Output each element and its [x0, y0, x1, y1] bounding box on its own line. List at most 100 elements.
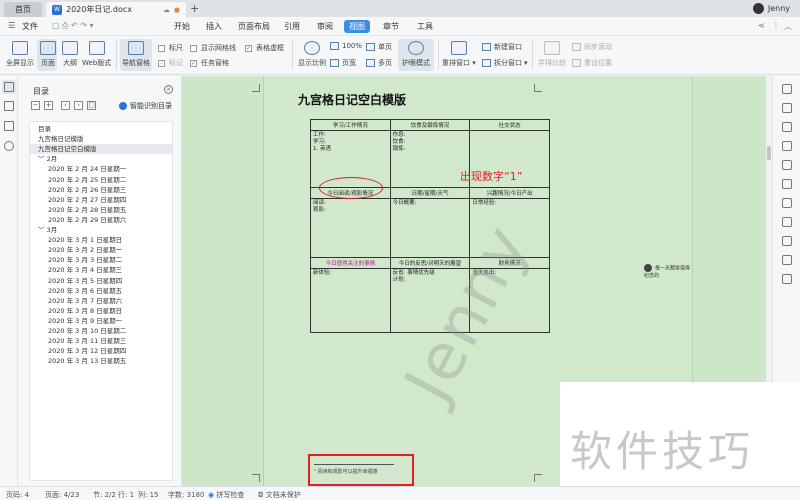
- user-account[interactable]: Jenny: [752, 3, 790, 14]
- page-width-button[interactable]: 页宽: [330, 58, 356, 68]
- style-icon[interactable]: [782, 103, 792, 113]
- status-page[interactable]: 页码: 4: [6, 490, 29, 500]
- ruler-checkbox[interactable]: 标尺: [158, 43, 183, 53]
- checkmark-icon: ✓: [245, 44, 252, 52]
- table-cell[interactable]: 作息: 饮食: 锻炼:: [389, 130, 471, 188]
- table-cell[interactable]: 新体验:: [310, 268, 391, 333]
- eye-mode-button[interactable]: 护眼模式: [402, 41, 430, 68]
- cursor-icon[interactable]: [782, 179, 792, 189]
- toc-item[interactable]: 2020 年 3 月 10 日星期二: [30, 326, 172, 336]
- table-cell[interactable]: 今日概要:: [389, 198, 471, 258]
- toc-item[interactable]: 2020 年 3 月 5 日星期四: [30, 276, 172, 286]
- delete-toc-icon[interactable]: ▢: [87, 101, 96, 110]
- page-view-button[interactable]: 页面: [40, 41, 56, 68]
- more-icon[interactable]: ⋮: [772, 21, 780, 30]
- collapse-panel-icon[interactable]: [782, 84, 792, 94]
- toc-item[interactable]: 2020 年 3 月 6 日星期五: [30, 286, 172, 296]
- toc-item[interactable]: 2020 年 3 月 13 日星期五: [30, 356, 172, 366]
- toc-item[interactable]: 2020 年 3 月 4 日星期三: [30, 265, 172, 275]
- collapse-all-icon[interactable]: −: [31, 101, 40, 110]
- share-icon[interactable]: ⋖: [758, 21, 765, 30]
- status-col: 列: 15: [138, 491, 159, 499]
- toc-item[interactable]: 2020 年 3 月 2 日星期一: [30, 245, 172, 255]
- toc-list-icon[interactable]: [4, 82, 14, 92]
- toc-item[interactable]: 九宫格日记模版: [30, 134, 172, 144]
- toc-item[interactable]: 目录: [30, 124, 172, 134]
- multi-page-button[interactable]: 多页: [366, 58, 392, 68]
- toc-item[interactable]: ﹀ 3月: [30, 225, 172, 235]
- show-grid-checkbox[interactable]: 显示网格线: [190, 43, 236, 53]
- side-by-side-button[interactable]: 并排比较: [538, 41, 566, 68]
- toc-item[interactable]: 九宫格日记空白模版: [30, 144, 172, 155]
- toc-item[interactable]: 2020 年 2 月 25 日星期二: [30, 175, 172, 185]
- history-icon[interactable]: [782, 255, 792, 265]
- toc-item[interactable]: 2020 年 2 月 28 日星期五: [30, 205, 172, 215]
- toc-item[interactable]: 2020 年 3 月 9 日星期一: [30, 316, 172, 326]
- toc-item[interactable]: 2020 年 3 月 8 日星期日: [30, 306, 172, 316]
- scrollbar-thumb[interactable]: [767, 146, 771, 160]
- table-header-cell: 日期/星期/天气: [389, 187, 471, 199]
- zoom-button[interactable]: 显示比例: [298, 41, 326, 68]
- share-icon[interactable]: [782, 198, 792, 208]
- menu-start[interactable]: 开始: [174, 21, 190, 32]
- menu-view[interactable]: 视图: [344, 20, 370, 33]
- status-pages[interactable]: 页面: 4/23: [45, 490, 79, 500]
- lock-icon[interactable]: [782, 217, 792, 227]
- close-icon[interactable]: ×: [164, 85, 173, 94]
- table-dashed-checkbox[interactable]: ✓ 表格虚框: [245, 43, 284, 53]
- tab-document[interactable]: W 2020年日记.docx ☁ ●: [46, 2, 186, 17]
- menu-tools[interactable]: 工具: [417, 21, 433, 32]
- menu-review[interactable]: 审阅: [317, 21, 333, 32]
- collapse-ribbon-icon[interactable]: ︿: [784, 21, 792, 32]
- shape-icon[interactable]: [782, 122, 792, 132]
- demote-icon[interactable]: ›: [74, 101, 83, 110]
- menu-chapter[interactable]: 章节: [383, 21, 399, 32]
- sync-scroll-button[interactable]: 同步滚动: [572, 42, 612, 52]
- quick-tools-icon[interactable]: ▢ ⎙ ↶ ↷ ▾: [52, 21, 94, 31]
- protect-status[interactable]: ◘ 文档未保护: [258, 490, 301, 500]
- table-cell[interactable]: 阅读: 观影:: [310, 198, 391, 258]
- toc-item[interactable]: ﹀ 2月: [30, 154, 172, 164]
- new-window-button[interactable]: 新建窗口: [482, 42, 522, 52]
- split-window-button[interactable]: 拆分窗口 ▾: [482, 58, 528, 68]
- zoom-100-button[interactable]: 100%: [330, 42, 362, 50]
- new-tab-button[interactable]: +: [190, 2, 199, 15]
- settings-icon[interactable]: [782, 236, 792, 246]
- fullscreen-button[interactable]: 全屏显示: [6, 41, 34, 68]
- web-view-button[interactable]: Web版式: [82, 41, 111, 68]
- nav-pane-button[interactable]: 导航窗格: [122, 41, 150, 68]
- comment[interactable]: 每一天都是值得纪念的: [644, 264, 692, 279]
- reset-position-button[interactable]: 重设位置: [572, 58, 612, 68]
- find-icon[interactable]: [782, 141, 792, 151]
- smart-toc-button[interactable]: 智能识别目录: [119, 101, 172, 111]
- menu-file[interactable]: 文件: [22, 21, 38, 32]
- spellcheck-button[interactable]: ◉ 拼写检查: [208, 490, 244, 500]
- status-words[interactable]: 字数: 3180: [168, 490, 204, 500]
- task-pane-checkbox[interactable]: ✓ 任务窗格: [190, 58, 229, 68]
- menu-insert[interactable]: 插入: [206, 21, 222, 32]
- hamburger-menu-icon[interactable]: ☰: [8, 21, 15, 30]
- toc-item[interactable]: 2020 年 2 月 29 日星期六: [30, 215, 172, 225]
- search-icon[interactable]: [4, 141, 14, 151]
- page-thumbnail-icon[interactable]: [4, 101, 14, 111]
- outline-button[interactable]: 大纲: [62, 41, 78, 68]
- rearrange-window-button[interactable]: 重排窗口 ▾: [442, 41, 476, 68]
- toc-item[interactable]: 2020 年 3 月 11 日星期三: [30, 336, 172, 346]
- toc-item[interactable]: 2020 年 3 月 12 日星期四: [30, 346, 172, 356]
- toc-item[interactable]: 2020 年 3 月 7 日星期六: [30, 296, 172, 306]
- menu-page-layout[interactable]: 页面布局: [238, 21, 270, 32]
- expand-all-icon[interactable]: +: [44, 101, 53, 110]
- tab-home[interactable]: 首页: [4, 2, 42, 17]
- markup-checkbox[interactable]: ✓ 标记: [158, 58, 183, 68]
- promote-icon[interactable]: ‹: [61, 101, 70, 110]
- single-page-button[interactable]: 单页: [366, 42, 392, 52]
- toc-item[interactable]: 2020 年 2 月 26 日星期三: [30, 185, 172, 195]
- paint-icon[interactable]: [782, 160, 792, 170]
- toc-item[interactable]: 2020 年 3 月 1 日星期日: [30, 235, 172, 245]
- menu-reference[interactable]: 引用: [284, 21, 300, 32]
- bookmark-icon[interactable]: [4, 121, 14, 131]
- toc-item[interactable]: 2020 年 2 月 24 日星期一: [30, 164, 172, 174]
- translate-icon[interactable]: [782, 274, 792, 284]
- toc-item[interactable]: 2020 年 2 月 27 日星期四: [30, 195, 172, 205]
- toc-item[interactable]: 2020 年 3 月 3 日星期二: [30, 255, 172, 265]
